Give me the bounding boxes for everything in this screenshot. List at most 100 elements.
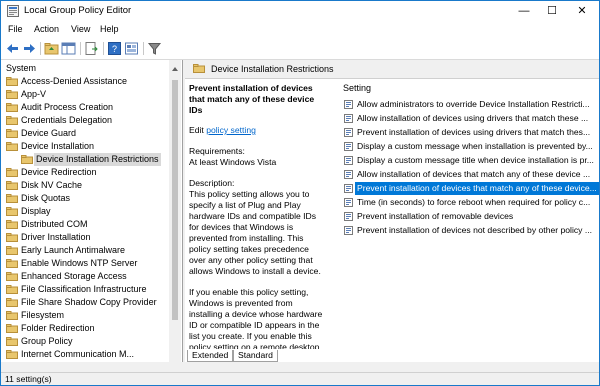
- tree-item[interactable]: Folder Redirection: [1, 322, 182, 335]
- tree-item[interactable]: Enhanced Storage Access: [1, 270, 182, 283]
- policy-setting-link[interactable]: policy setting: [206, 125, 256, 135]
- description-text: This policy setting allows you to specif…: [189, 189, 321, 276]
- setting-item-label: Display a custom message title when devi…: [357, 155, 594, 165]
- tree-item[interactable]: Disk NV Cache: [1, 179, 182, 192]
- setting-item[interactable]: Allow administrators to override Device …: [341, 98, 599, 111]
- toolbar: ?: [1, 38, 599, 60]
- tree-item-label: Early Launch Antimalware: [21, 245, 126, 255]
- tree-item[interactable]: Filesystem: [1, 309, 182, 322]
- requirements-value: At least Windows Vista: [189, 157, 277, 167]
- setting-item[interactable]: Allow installation of devices that match…: [341, 168, 599, 181]
- folder-icon: [6, 168, 18, 177]
- tree-item-label: Filesystem: [21, 310, 65, 320]
- setting-item[interactable]: Display a custom message title when devi…: [341, 154, 599, 167]
- folder-icon: [6, 103, 18, 112]
- tree-item[interactable]: Device Redirection: [1, 166, 182, 179]
- tree-item[interactable]: Display: [1, 205, 182, 218]
- tab-extended[interactable]: Extended: [187, 350, 234, 362]
- tree-item-label: Device Guard: [21, 128, 77, 138]
- tree-item-label: Device Installation: [21, 141, 95, 151]
- tab-standard[interactable]: Standard: [233, 350, 278, 362]
- menu-help[interactable]: Help: [100, 24, 119, 34]
- policy-setting-icon: [344, 184, 353, 193]
- tree-item[interactable]: Device Installation: [1, 140, 182, 153]
- policy-setting-icon: [344, 226, 353, 235]
- column-header-setting[interactable]: Setting: [343, 83, 371, 93]
- tree-scroll-thumb[interactable]: [172, 80, 178, 320]
- setting-item-label: Display a custom message when installati…: [357, 141, 593, 151]
- tree-item[interactable]: Internet Communication M...: [1, 348, 182, 361]
- setting-item[interactable]: Prevent installation of devices using dr…: [341, 126, 599, 139]
- filter-icon[interactable]: [147, 41, 162, 56]
- export-list-icon[interactable]: [84, 41, 99, 56]
- setting-item[interactable]: Allow installation of devices using driv…: [341, 112, 599, 125]
- status-bar: 11 setting(s): [1, 372, 599, 385]
- requirements-label: Requirements:: [189, 146, 245, 156]
- description-label: Description:: [189, 178, 235, 188]
- tree-item[interactable]: Device Guard: [1, 127, 182, 140]
- status-text: 11 setting(s): [5, 374, 52, 384]
- tree-item-label: Display: [21, 206, 51, 216]
- tree-item[interactable]: Enable Windows NTP Server: [1, 257, 182, 270]
- tree-item-label: Distributed COM: [21, 219, 88, 229]
- tree-item-label: Enhanced Storage Access: [21, 271, 127, 281]
- tree-item-label: Device Redirection: [21, 167, 97, 177]
- tree-item[interactable]: Audit Process Creation: [1, 101, 182, 114]
- tree-item[interactable]: Early Launch Antimalware: [1, 244, 182, 257]
- details-header-title: Device Installation Restrictions: [211, 64, 334, 74]
- folder-icon: [193, 64, 205, 73]
- menu-file[interactable]: File: [8, 24, 23, 34]
- tree-item[interactable]: Disk Quotas: [1, 192, 182, 205]
- close-button[interactable]: ✕: [567, 1, 597, 21]
- tree-item-label: Disk NV Cache: [21, 180, 83, 190]
- tree-item[interactable]: App-V: [1, 88, 182, 101]
- maximize-button[interactable]: ☐: [537, 1, 567, 21]
- setting-item[interactable]: Time (in seconds) to force reboot when r…: [341, 196, 599, 209]
- up-folder-icon[interactable]: [44, 41, 59, 56]
- tree-item-label: Enable Windows NTP Server: [21, 258, 138, 268]
- policy-setting-icon: [344, 212, 353, 221]
- back-icon[interactable]: [5, 41, 20, 56]
- policy-description-panel: Prevent installation of devices that mat…: [185, 79, 325, 349]
- help-icon[interactable]: ?: [107, 41, 122, 56]
- scroll-up-arrow-icon[interactable]: [172, 64, 178, 71]
- setting-item[interactable]: Display a custom message when installati…: [341, 140, 599, 153]
- tree-item-label: Driver Installation: [21, 232, 91, 242]
- tree-item[interactable]: Driver Installation: [1, 231, 182, 244]
- tree-pane[interactable]: System Access-Denied Assistance App-V Au…: [1, 60, 183, 362]
- tree-item-selected[interactable]: Device Installation Restrictions: [1, 153, 182, 166]
- tree-scrollbar[interactable]: [169, 60, 181, 362]
- tree-item[interactable]: File Classification Infrastructure: [1, 283, 182, 296]
- tree-item-label: Device Installation Restrictions: [34, 153, 161, 166]
- setting-item-label: Prevent installation of devices using dr…: [357, 127, 591, 137]
- title-bar[interactable]: Local Group Policy Editor — ☐ ✕: [1, 1, 599, 21]
- tree-item[interactable]: Credentials Delegation: [1, 114, 182, 127]
- details-header: Device Installation Restrictions: [185, 60, 599, 79]
- tree-item-label: Folder Redirection: [21, 323, 95, 333]
- minimize-button[interactable]: —: [509, 1, 539, 21]
- folder-icon: [6, 194, 18, 203]
- folder-icon: [6, 77, 18, 86]
- policy-setting-icon: [344, 170, 353, 179]
- tree-item[interactable]: File Share Shadow Copy Provider: [1, 296, 182, 309]
- properties-icon[interactable]: [124, 41, 139, 56]
- setting-item-selected[interactable]: Prevent installation of devices that mat…: [341, 182, 599, 195]
- tree-item[interactable]: Distributed COM: [1, 218, 182, 231]
- menu-view[interactable]: View: [71, 24, 90, 34]
- policy-setting-icon: [344, 128, 353, 137]
- policy-setting-icon: [344, 198, 353, 207]
- setting-item[interactable]: Prevent installation of devices not desc…: [341, 224, 599, 237]
- policy-title: Prevent installation of devices that mat…: [189, 83, 315, 115]
- tree-item-system[interactable]: System: [1, 62, 182, 75]
- settings-list[interactable]: Setting Allow administrators to override…: [341, 79, 599, 349]
- view-tabs: Extended Standard: [185, 350, 599, 362]
- menu-action[interactable]: Action: [34, 24, 59, 34]
- description-text-2: If you enable this policy setting, Windo…: [189, 287, 323, 349]
- setting-item[interactable]: Prevent installation of removable device…: [341, 210, 599, 223]
- show-hide-tree-icon[interactable]: [61, 41, 76, 56]
- tree-item[interactable]: Access-Denied Assistance: [1, 75, 182, 88]
- policy-setting-icon: [344, 114, 353, 123]
- forward-icon[interactable]: [22, 41, 37, 56]
- tree-item[interactable]: Group Policy: [1, 335, 182, 348]
- policy-setting-icon: [344, 142, 353, 151]
